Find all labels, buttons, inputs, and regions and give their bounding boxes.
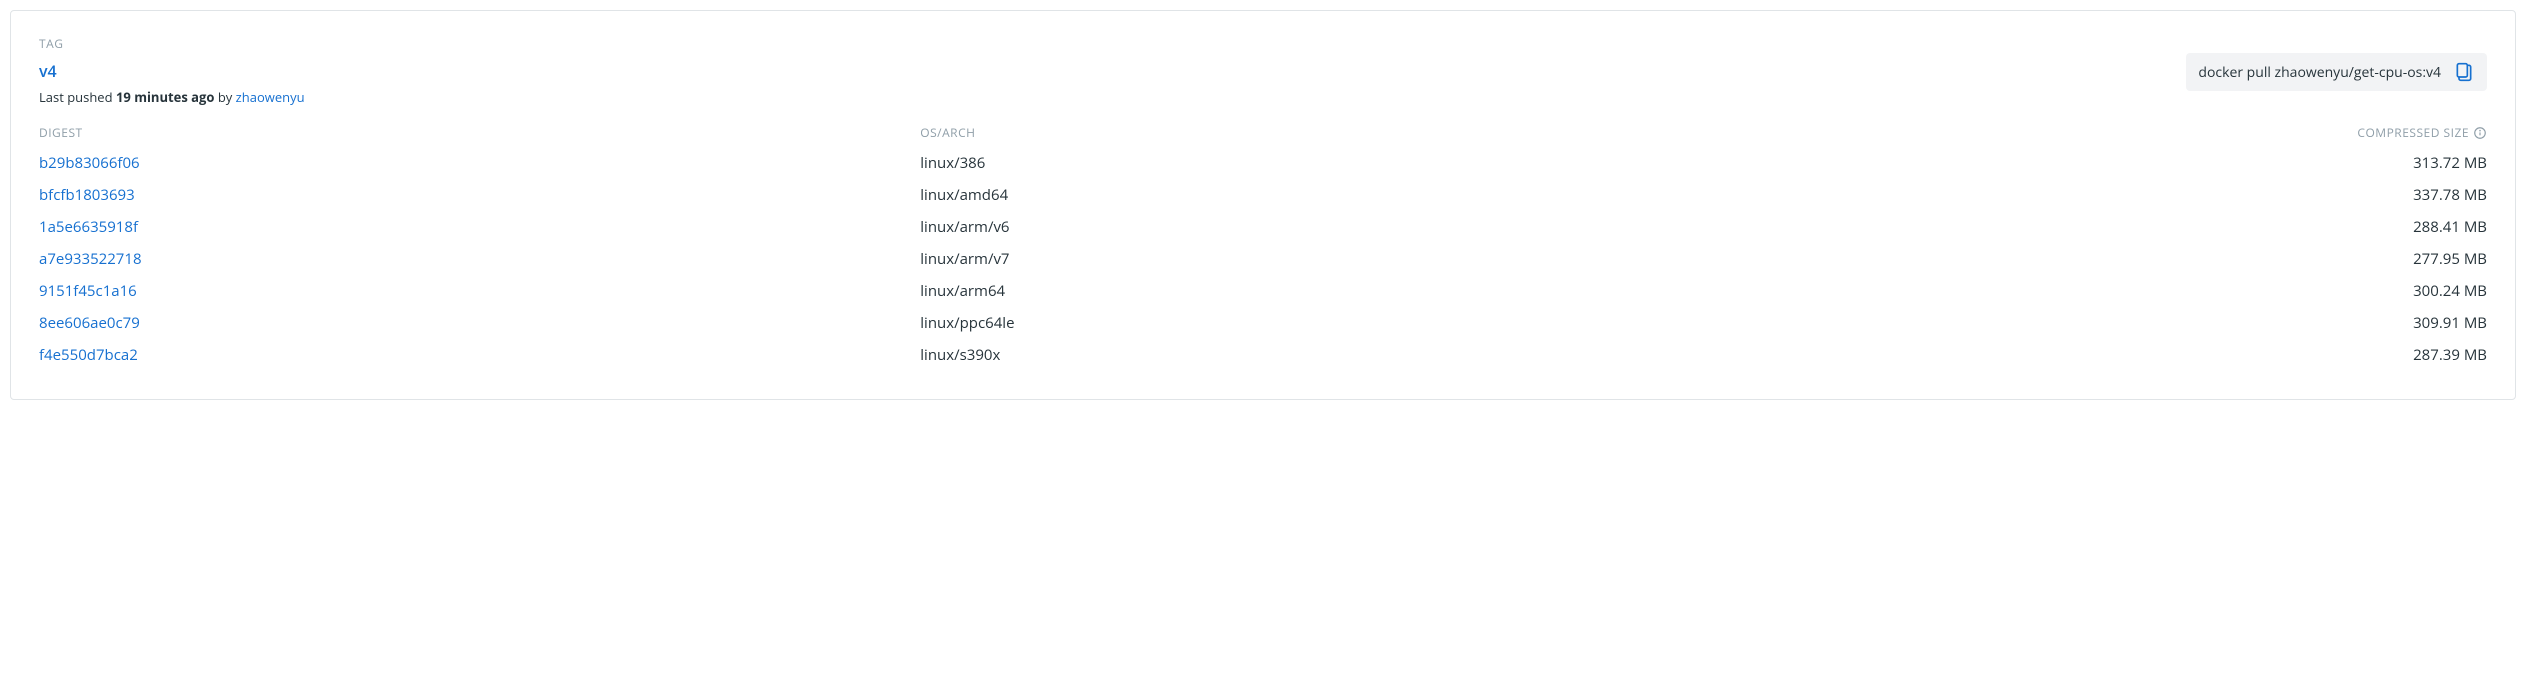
cell-digest: f4e550d7bca2 (39, 343, 920, 367)
cell-osarch: linux/arm/v6 (920, 215, 1899, 239)
pushed-by-user-link[interactable]: zhaowenyu (236, 88, 305, 106)
copy-icon (2454, 62, 2474, 82)
cell-digest: 8ee606ae0c79 (39, 311, 920, 335)
cell-osarch: linux/386 (920, 151, 1899, 175)
table-row: 1a5e6635918f linux/arm/v6288.41 MB (39, 211, 2487, 243)
pushed-time: 19 minutes ago (116, 88, 214, 106)
cell-osarch: linux/ppc64le (920, 311, 1899, 335)
table-row: bfcfb1803693 linux/amd64337.78 MB (39, 179, 2487, 211)
info-icon[interactable] (2473, 126, 2487, 140)
digest-link[interactable]: 9151f45c1a16 (39, 281, 137, 301)
digest-link[interactable]: b29b83066f06 (39, 153, 140, 173)
cell-osarch: linux/s390x (920, 343, 1899, 367)
cell-size: 313.72 MB (1899, 151, 2487, 175)
cell-digest: a7e933522718 (39, 247, 920, 271)
cell-size: 309.91 MB (1899, 311, 2487, 335)
pushed-prefix: Last pushed (39, 88, 116, 106)
cell-digest: bfcfb1803693 (39, 183, 920, 207)
cell-osarch: linux/arm/v7 (920, 247, 1899, 271)
table-row: a7e933522718 linux/arm/v7277.95 MB (39, 243, 2487, 275)
cell-size: 300.24 MB (1899, 279, 2487, 303)
pull-command-box: docker pull zhaowenyu/get-cpu-os:v4 (2186, 53, 2487, 91)
cell-digest: 1a5e6635918f (39, 215, 920, 239)
tag-name-link[interactable]: v4 (39, 60, 57, 82)
digest-link[interactable]: 8ee606ae0c79 (39, 313, 140, 333)
cell-osarch: linux/arm64 (920, 279, 1899, 303)
cell-digest: b29b83066f06 (39, 151, 920, 175)
tag-header-row: TAG v4 Last pushed 19 minutes ago by zha… (39, 35, 2487, 124)
table-row: 8ee606ae0c79 linux/ppc64le309.91 MB (39, 307, 2487, 339)
col-header-digest: DIGEST (39, 124, 920, 141)
copy-button[interactable] (2453, 61, 2475, 83)
digest-link[interactable]: f4e550d7bca2 (39, 345, 138, 365)
cell-digest: 9151f45c1a16 (39, 279, 920, 303)
tag-label: TAG (39, 35, 2186, 52)
cell-size: 277.95 MB (1899, 247, 2487, 271)
table-row: 9151f45c1a16 linux/arm64300.24 MB (39, 275, 2487, 307)
cell-size: 288.41 MB (1899, 215, 2487, 239)
pushed-info: Last pushed 19 minutes ago by zhaowenyu (39, 88, 2186, 106)
cell-size: 337.78 MB (1899, 183, 2487, 207)
col-header-size-text: COMPRESSED SIZE (2357, 124, 2469, 141)
pushed-by-text: by (214, 88, 235, 106)
col-header-size: COMPRESSED SIZE (1899, 124, 2487, 141)
image-rows: b29b83066f06 linux/386313.72 MB bfcfb18036… (39, 147, 2487, 371)
cell-osarch: linux/amd64 (920, 183, 1899, 207)
digest-link[interactable]: a7e933522718 (39, 249, 142, 269)
table-row: f4e550d7bca2 linux/s390x287.39 MB (39, 339, 2487, 371)
table-row: b29b83066f06 linux/386313.72 MB (39, 147, 2487, 179)
digest-link[interactable]: 1a5e6635918f (39, 217, 138, 237)
col-header-osarch: OS/ARCH (920, 124, 1899, 141)
table-header: DIGEST OS/ARCH COMPRESSED SIZE (39, 124, 2487, 147)
pull-command-text: docker pull zhaowenyu/get-cpu-os:v4 (2198, 63, 2441, 82)
tag-section: TAG v4 Last pushed 19 minutes ago by zha… (39, 35, 2186, 124)
digest-link[interactable]: bfcfb1803693 (39, 185, 135, 205)
tag-card: TAG v4 Last pushed 19 minutes ago by zha… (10, 10, 2516, 400)
cell-size: 287.39 MB (1899, 343, 2487, 367)
